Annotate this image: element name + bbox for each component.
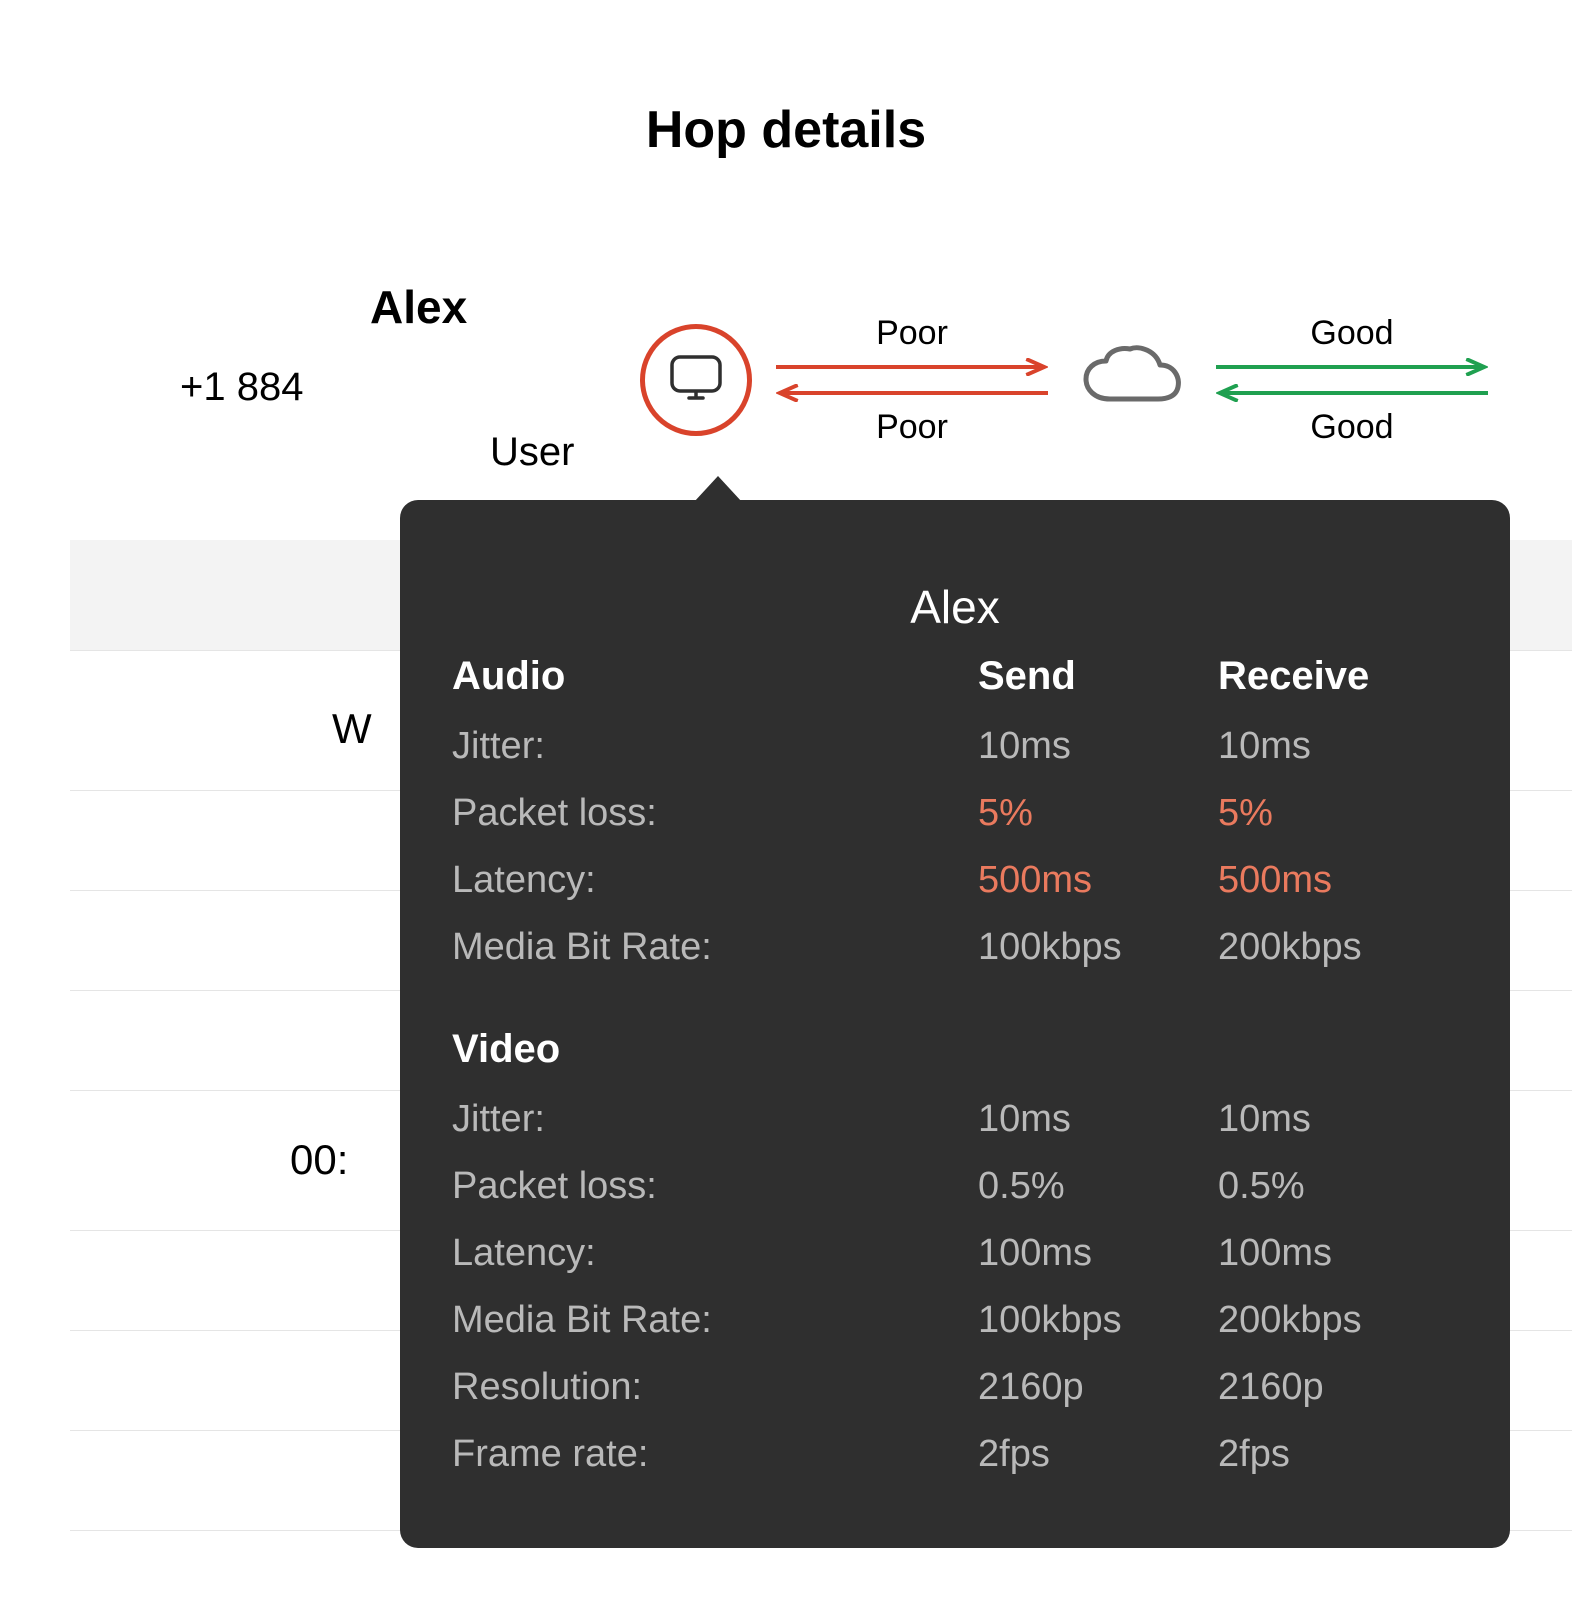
metric-receive-value: 200kbps	[1218, 914, 1458, 981]
metric-receive-value: 200kbps	[1218, 1287, 1458, 1354]
metric-label: Packet loss:	[452, 1153, 968, 1220]
metric-receive-value: 500ms	[1218, 847, 1458, 914]
hop1-bottom-label: Poor	[776, 410, 1048, 444]
metric-send-value: 5%	[978, 780, 1208, 847]
metric-label: Media Bit Rate:	[452, 1287, 968, 1354]
arrow-right-icon	[776, 358, 1048, 376]
metric-receive-value: 2160p	[1218, 1354, 1458, 1421]
hop1-arrows: Poor Poor	[776, 316, 1048, 444]
tooltip-user-name: Alex	[452, 580, 1458, 634]
metric-label: Packet loss:	[452, 780, 968, 847]
metric-receive-value: 5%	[1218, 780, 1458, 847]
user-name: Alex	[370, 280, 467, 334]
tooltip-section-title: Video	[452, 1021, 968, 1086]
hop-diagram: Poor Poor Good Good	[640, 300, 1512, 460]
tooltip-pointer-icon	[694, 476, 742, 502]
bg-time-fragment: 00:	[290, 1136, 348, 1184]
metric-label: Latency:	[452, 847, 968, 914]
metric-label: Jitter:	[452, 713, 968, 780]
hop2-top-label: Good	[1216, 316, 1488, 350]
monitor-icon	[669, 354, 723, 407]
metric-receive-value: 2fps	[1218, 1421, 1458, 1488]
hop2-arrows: Good Good	[1216, 316, 1488, 444]
page-title: Hop details	[0, 100, 1572, 160]
tooltip-col-send: Send	[978, 648, 1208, 713]
metric-label: Resolution:	[452, 1354, 968, 1421]
bg-text-fragment: W	[332, 705, 372, 753]
hop2-bottom-label: Good	[1216, 410, 1488, 444]
metric-label: Latency:	[452, 1220, 968, 1287]
metric-send-value: 2fps	[978, 1421, 1208, 1488]
metric-send-value: 2160p	[978, 1354, 1208, 1421]
metric-send-value: 10ms	[978, 1086, 1208, 1153]
hop-detail-tooltip: Alex AudioSendReceiveJitter:10ms10msPack…	[400, 500, 1510, 1548]
metric-label: Media Bit Rate:	[452, 914, 968, 981]
tooltip-col-receive: Receive	[1218, 648, 1458, 713]
arrow-left-icon	[1216, 384, 1488, 402]
cloud-node[interactable]	[1072, 343, 1192, 418]
metric-label: Jitter:	[452, 1086, 968, 1153]
arrow-right-icon	[1216, 358, 1488, 376]
metric-send-value: 500ms	[978, 847, 1208, 914]
metric-send-value: 100kbps	[978, 1287, 1208, 1354]
metric-send-value: 100kbps	[978, 914, 1208, 981]
metric-receive-value: 100ms	[1218, 1220, 1458, 1287]
arrow-left-icon	[776, 384, 1048, 402]
metric-send-value: 10ms	[978, 713, 1208, 780]
tooltip-section-title: Audio	[452, 648, 968, 713]
metric-receive-value: 10ms	[1218, 1086, 1458, 1153]
metric-receive-value: 0.5%	[1218, 1153, 1458, 1220]
metric-send-value: 0.5%	[978, 1153, 1208, 1220]
user-phone: +1 884	[180, 365, 303, 410]
cloud-icon	[1080, 343, 1184, 418]
hop1-top-label: Poor	[776, 316, 1048, 350]
user-device-node[interactable]	[640, 324, 752, 436]
metric-send-value: 100ms	[978, 1220, 1208, 1287]
metric-label: Frame rate:	[452, 1421, 968, 1488]
metric-receive-value: 10ms	[1218, 713, 1458, 780]
user-role-label: User	[490, 430, 574, 475]
